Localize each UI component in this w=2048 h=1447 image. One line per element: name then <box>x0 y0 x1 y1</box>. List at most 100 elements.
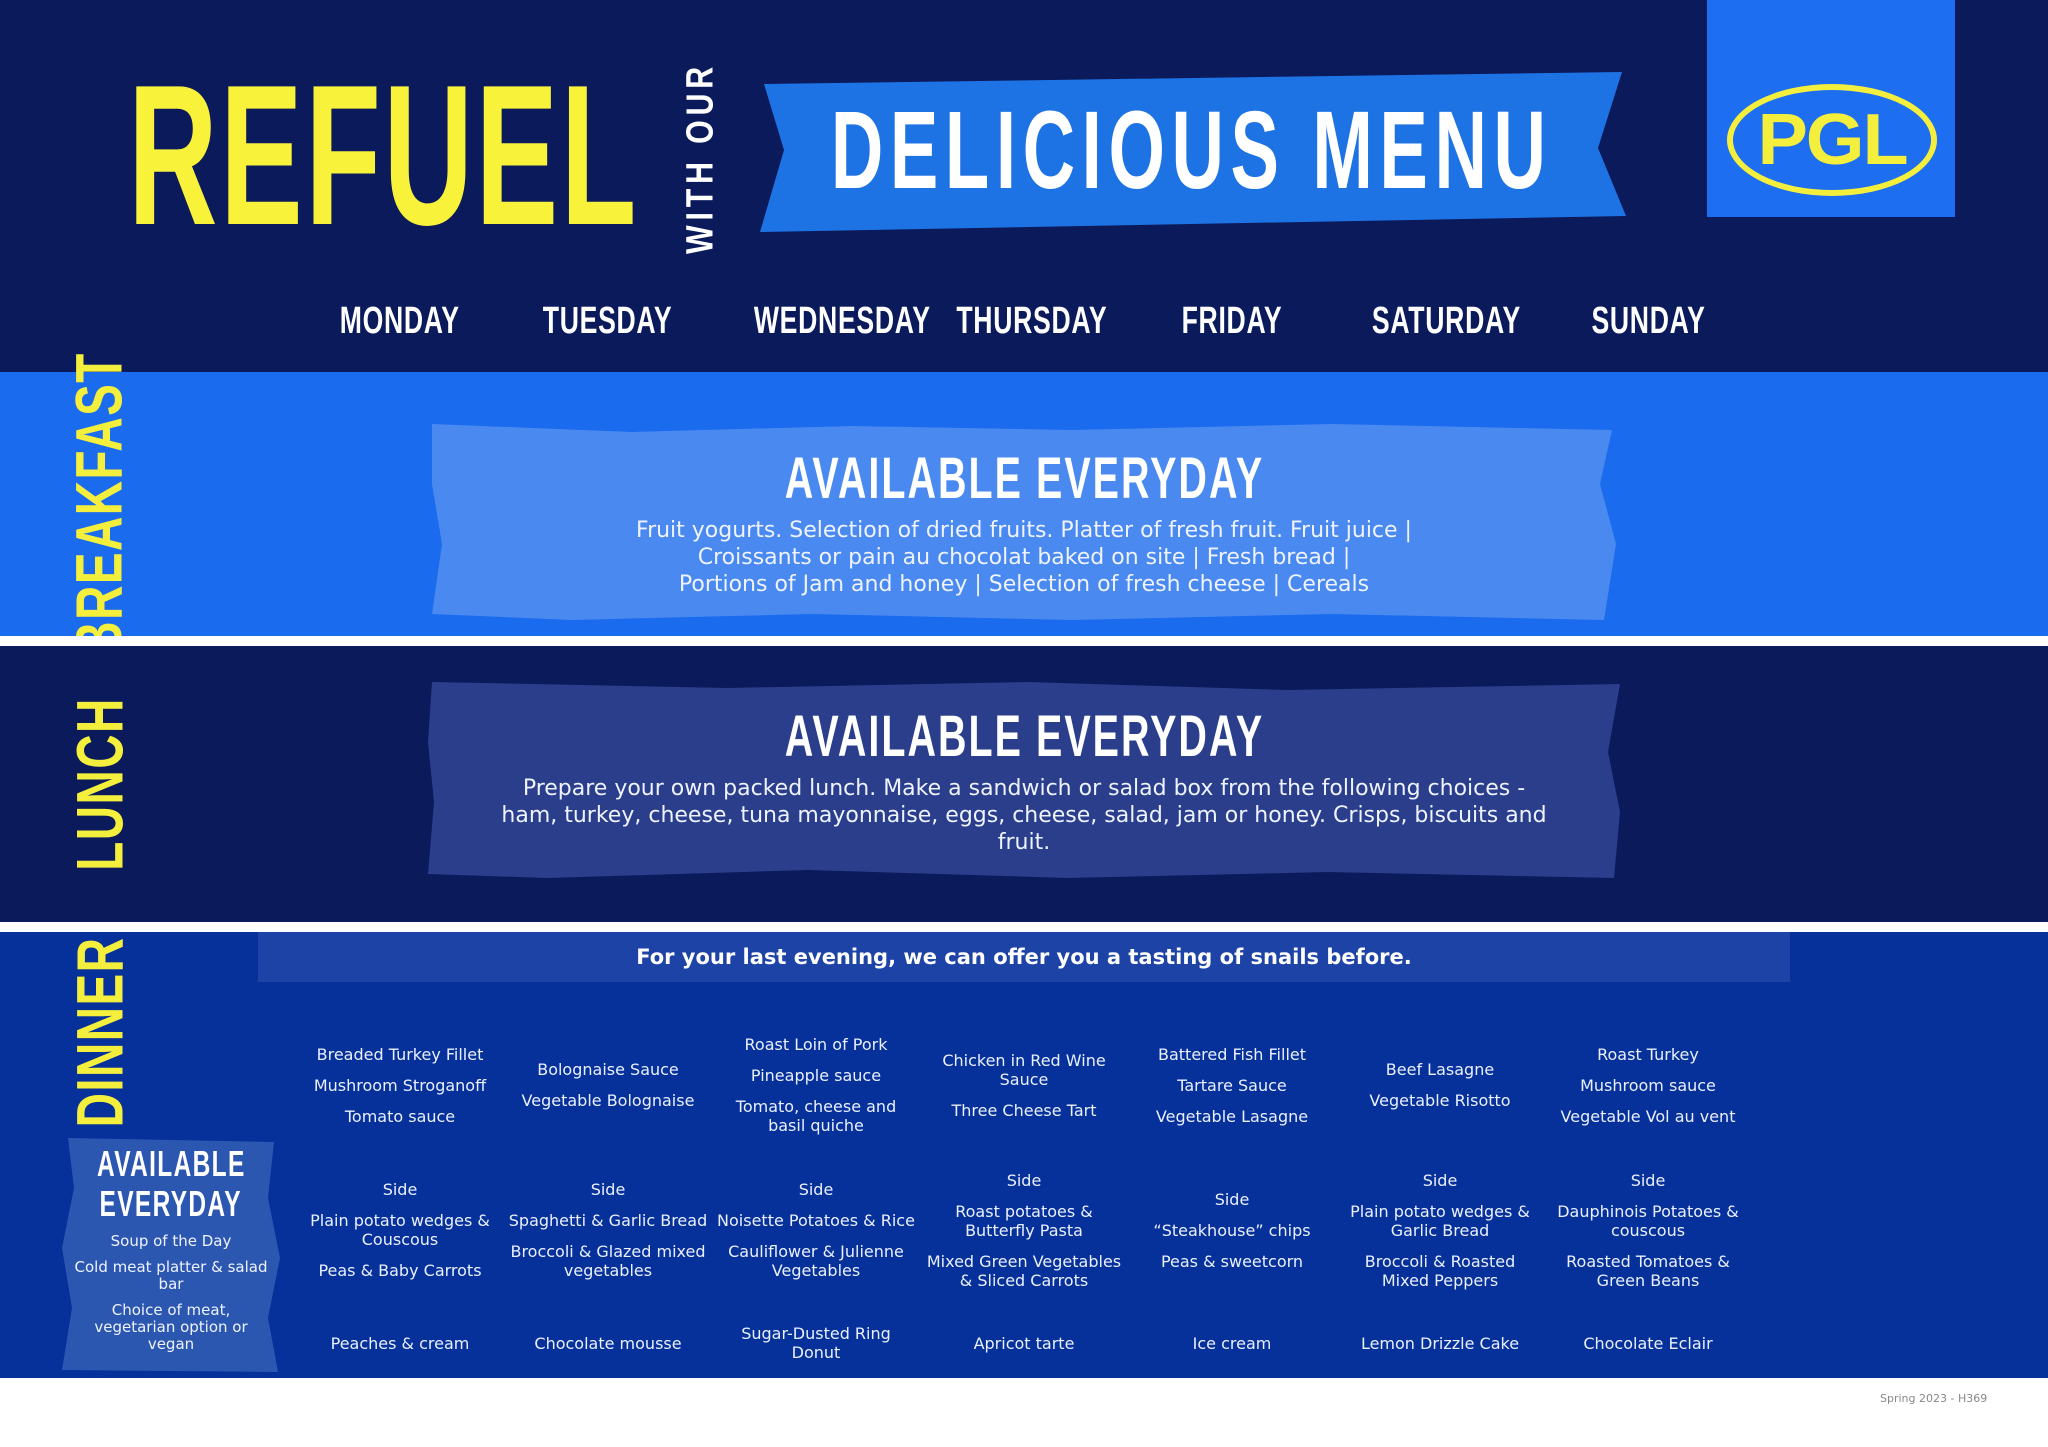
side-dish: Broccoli & Roasted Mixed Peppers <box>1364 1251 1516 1290</box>
main-dish: Roast Turkey <box>1597 1044 1699 1064</box>
everyday-item: Choice of meat, vegetarian option or veg… <box>94 1301 248 1353</box>
dinner-dessert: Ice cream <box>1132 1318 1332 1368</box>
side-dish: “Steakhouse” chips <box>1153 1220 1311 1240</box>
title-with-our-text: WITH OUR <box>679 61 722 254</box>
side-dish: Cauliflower & Julienne Vegetables <box>728 1242 904 1280</box>
title-refuel: REFUEL <box>128 44 639 267</box>
side-heading: Side <box>1006 1170 1042 1190</box>
side-heading: Side <box>1214 1189 1250 1209</box>
divider-stripe <box>0 922 2048 932</box>
dessert-dish: Apricot tarte <box>973 1333 1075 1353</box>
day-header-sunday: SUNDAY <box>1548 300 1748 343</box>
dinner-label-text: DINNER <box>62 936 137 1128</box>
logo-text: PGL <box>1757 100 1908 180</box>
day-header-thursday: THURSDAY <box>924 300 1124 343</box>
dinner-sides: Side “Steakhouse” chips Peas & sweetcorn <box>1132 1160 1332 1300</box>
side-dish: Broccoli & Glazed mixed vegetables <box>510 1242 706 1280</box>
breakfast-line: Portions of Jam and honey | Selection of… <box>678 571 1370 597</box>
main-dish: Vegetable Risotto <box>1369 1091 1511 1110</box>
main-dish: Beef Lasagne <box>1385 1060 1495 1079</box>
dessert-dish: Ice cream <box>1192 1333 1272 1353</box>
dinner-dessert: Peaches & cream <box>300 1318 500 1368</box>
main-dish: Chicken in Red Wine Sauce <box>942 1050 1106 1089</box>
breakfast-label: BREAKFAST <box>60 352 138 655</box>
main-dish: Vegetable Vol au vent <box>1560 1106 1736 1126</box>
day-label: TUESDAY <box>543 300 673 342</box>
dinner-label: DINNER <box>60 937 138 1128</box>
day-label: SUNDAY <box>1590 300 1706 342</box>
main-dish: Tomato sauce <box>344 1106 456 1126</box>
day-label: SATURDAY <box>1371 300 1521 342</box>
day-header-saturday: SATURDAY <box>1340 300 1540 343</box>
everyday-item: Soup of the Day <box>110 1232 232 1250</box>
lunch-label-text: LUNCH <box>62 697 136 871</box>
side-dish: Plain potato wedges & Garlic Bread <box>1350 1201 1530 1240</box>
delicious-menu-banner: DELICIOUS MENU <box>758 68 1626 232</box>
main-dish: Roast Loin of Pork <box>744 1035 888 1054</box>
breakfast-label-text: BREAKFAST <box>62 352 137 656</box>
dessert-dish: Chocolate Eclair <box>1583 1333 1713 1353</box>
day-header-tuesday: TUESDAY <box>508 300 708 343</box>
day-label: WEDNESDAY <box>753 300 931 342</box>
header: REFUEL WITH OUR DELICIOUS MENU PGL MONDA… <box>0 0 2048 380</box>
breakfast-line: Fruit yogurts. Selection of dried fruits… <box>636 517 1412 543</box>
day-label: THURSDAY <box>956 300 1108 342</box>
side-heading: Side <box>1422 1170 1458 1190</box>
breakfast-everyday-card: AVAILABLE EVERYDAY Fruit yogurts. Select… <box>432 424 1616 620</box>
day-header-monday: MONDAY <box>300 300 500 343</box>
side-heading: Side <box>382 1180 418 1199</box>
breakfast-line: Croissants or pain au chocolat baked on … <box>697 544 1351 570</box>
lunch-label: LUNCH <box>60 646 138 922</box>
main-dish: Three Cheese Tart <box>951 1100 1097 1120</box>
dessert-dish: Sugar-Dusted Ring Donut <box>741 1324 891 1362</box>
main-dish: Vegetable Lasagne <box>1155 1106 1309 1126</box>
side-dish: Noisette Potatoes & Rice <box>717 1211 915 1230</box>
dinner-note: For your last evening, we can offer you … <box>636 945 1412 969</box>
dinner-dessert: Chocolate mousse <box>508 1318 708 1368</box>
main-dish: Battered Fish Fillet <box>1157 1044 1307 1064</box>
pgl-logo: PGL <box>1707 0 1955 217</box>
side-heading: Side <box>1630 1170 1666 1190</box>
everyday-item: Cold meat platter & salad bar <box>74 1258 268 1293</box>
dessert-dish: Lemon Drizzle Cake <box>1360 1333 1520 1353</box>
day-headers: MONDAY TUESDAY WEDNESDAY THURSDAY FRIDAY… <box>0 300 2048 360</box>
dinner-sides: Side Roast potatoes & Butterfly Pasta Mixe… <box>924 1160 1124 1300</box>
divider-stripe <box>0 636 2048 646</box>
lunch-items: Prepare your own packed lunch. Make a sa… <box>501 775 1546 856</box>
banner-title: DELICIOUS MENU <box>831 88 1553 212</box>
lunch-everyday-card: AVAILABLE EVERYDAY Prepare your own pack… <box>428 682 1620 878</box>
breakfast-items: Fruit yogurts. Selection of dried fruits… <box>636 517 1412 598</box>
main-dish: Breaded Turkey Fillet <box>316 1044 484 1064</box>
dessert-dish: Chocolate mousse <box>534 1333 682 1353</box>
day-header-wednesday: WEDNESDAY <box>716 300 930 343</box>
day-label: FRIDAY <box>1181 300 1283 342</box>
lunch-line: ham, turkey, cheese, tuna mayonnaise, eg… <box>501 802 1547 828</box>
dinner-sides: Side Spaghetti & Garlic Bread Broccoli & G… <box>508 1160 708 1300</box>
dinner-mains: Beef Lasagne Vegetable Risotto <box>1340 1010 1540 1160</box>
side-heading: Side <box>798 1180 834 1199</box>
everyday-title-line: AVAILABLE <box>96 1143 246 1184</box>
dinner-sides: Side Plain potato wedges & Couscous Peas &… <box>300 1160 500 1300</box>
side-heading: Side <box>590 1180 626 1199</box>
dinner-mains: Roast Loin of Pork Pineapple sauce Tomato,… <box>716 1010 916 1160</box>
dinner-mains: Roast Turkey Mushroom sauce Vegetable Vol … <box>1548 1010 1748 1160</box>
main-dish: Mushroom sauce <box>1580 1075 1716 1095</box>
breakfast-card-title: AVAILABLE EVERYDAY <box>784 445 1264 511</box>
dinner-mains: Battered Fish Fillet Tartare Sauce Vegetab… <box>1132 1010 1332 1160</box>
lunch-section: LUNCH AVAILABLE EVERYDAY Prepare your ow… <box>0 646 2048 922</box>
main-dish: Tomato, cheese and basil quiche <box>735 1097 897 1135</box>
title-with-our: WITH OUR <box>676 61 726 253</box>
main-dish: Mushroom Stroganoff <box>313 1075 487 1095</box>
side-dish: Spaghetti & Garlic Bread <box>508 1211 708 1230</box>
dinner-everyday-card: AVAILABLE EVERYDAY Soup of the Day Cold … <box>62 1138 280 1372</box>
side-dish: Roasted Tomatoes & Green Beans <box>1566 1251 1730 1290</box>
dinner-dessert: Apricot tarte <box>924 1318 1124 1368</box>
dinner-mains: Chicken in Red Wine Sauce Three Cheese Ta… <box>924 1010 1124 1160</box>
side-dish: Mixed Green Vegetables & Sliced Carrots <box>926 1251 1122 1290</box>
dinner-mains: Breaded Turkey Fillet Mushroom Stroganoff… <box>300 1010 500 1160</box>
main-dish: Pineapple sauce <box>750 1066 882 1085</box>
day-header-friday: FRIDAY <box>1132 300 1332 343</box>
dinner-sides: Side Plain potato wedges & Garlic Bread Br… <box>1340 1160 1540 1300</box>
side-dish: Roast potatoes & Butterfly Pasta <box>955 1201 1093 1240</box>
dinner-note-bar: For your last evening, we can offer you … <box>258 932 1790 982</box>
